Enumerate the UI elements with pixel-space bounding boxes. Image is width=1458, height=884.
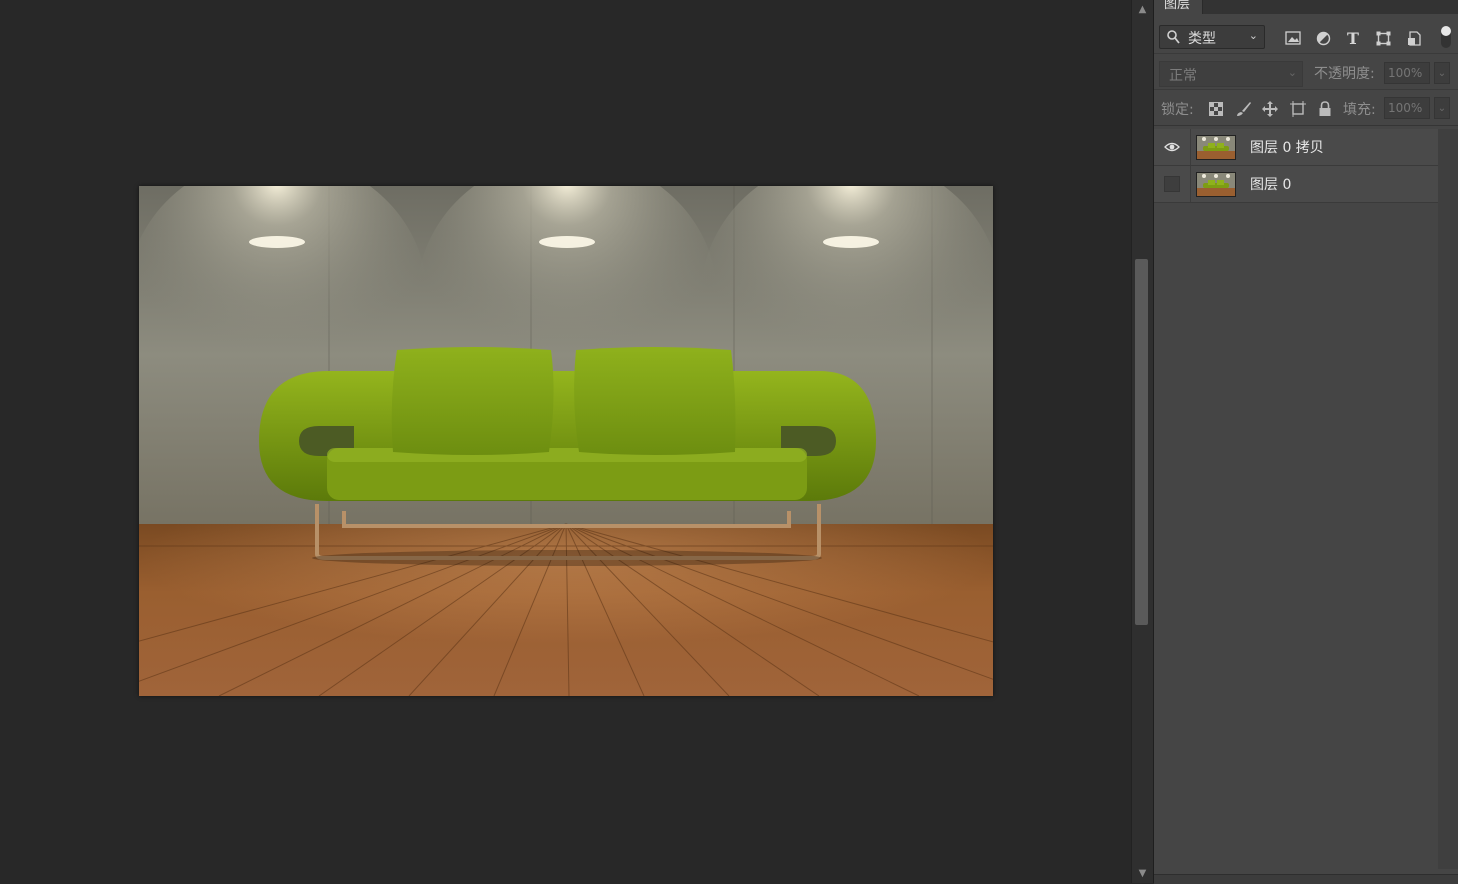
canvas-vertical-scrollbar[interactable]: ▲ ▼ [1131, 0, 1153, 883]
shape-filter-icon[interactable] [1374, 29, 1392, 47]
visibility-toggle[interactable] [1154, 166, 1191, 202]
adjustment-filter-icon[interactable] [1314, 29, 1332, 47]
layer-row[interactable]: 图层 0 [1154, 166, 1438, 203]
opacity-input[interactable]: 100% [1384, 62, 1430, 84]
layer-name[interactable]: 图层 0 拷贝 [1250, 137, 1324, 157]
scrollbar-thumb[interactable] [1135, 259, 1148, 625]
scroll-up-arrow-icon[interactable]: ▲ [1132, 4, 1153, 15]
lock-artboard-icon[interactable] [1290, 101, 1306, 117]
layer-row[interactable]: 图层 0 拷贝 [1154, 129, 1438, 166]
chevron-down-icon: ⌄ [1248, 29, 1258, 42]
visibility-toggle[interactable] [1154, 129, 1191, 165]
search-icon [1167, 30, 1180, 48]
opacity-dropdown-chevron-icon[interactable]: ⌄ [1434, 62, 1450, 84]
tab-layers[interactable]: 图层 [1154, 0, 1203, 14]
tab-layers-label: 图层 [1164, 0, 1191, 12]
document-image[interactable] [139, 186, 993, 696]
blend-mode-row: 正常 ⌄ 不透明度: 100% ⌄ [1154, 56, 1458, 90]
canvas-workspace[interactable] [0, 0, 1131, 883]
image-filter-icon[interactable] [1284, 29, 1302, 47]
fill-dropdown-chevron-icon[interactable]: ⌄ [1434, 97, 1450, 119]
blend-mode-value: 正常 [1169, 68, 1197, 84]
panel-tab-bar: 图层 [1154, 0, 1458, 14]
smart-object-filter-icon[interactable] [1405, 29, 1423, 47]
layers-panel: 图层 类型 ⌄ T 正常 ⌄ 不透明度: 100% ⌄ 锁定: 填充: 100%… [1153, 0, 1458, 884]
layer-thumbnail[interactable] [1196, 135, 1236, 160]
filter-kind-label: 类型 [1188, 31, 1216, 47]
layers-panel-scrollbar[interactable] [1438, 129, 1458, 869]
hidden-eye-placeholder-icon [1164, 176, 1180, 192]
fill-label: 填充: [1343, 102, 1376, 118]
layer-name[interactable]: 图层 0 [1250, 174, 1291, 194]
lock-row: 锁定: 填充: 100% ⌄ [1154, 92, 1458, 126]
layer-filter-row: 类型 ⌄ T [1154, 20, 1458, 54]
scroll-down-arrow-icon[interactable]: ▼ [1132, 868, 1153, 879]
type-filter-icon[interactable]: T [1344, 29, 1362, 48]
blend-mode-select[interactable]: 正常 ⌄ [1159, 61, 1303, 87]
lock-paint-icon[interactable] [1236, 101, 1252, 117]
filter-toggle-switch[interactable] [1441, 26, 1451, 48]
lock-all-icon[interactable] [1317, 101, 1333, 117]
lock-position-icon[interactable] [1262, 101, 1278, 117]
layer-list: 图层 0 拷贝 图层 0 [1154, 129, 1438, 883]
chevron-down-icon: ⌄ [1287, 66, 1297, 79]
layer-thumbnail[interactable] [1196, 172, 1236, 197]
lock-transparent-icon[interactable] [1208, 101, 1224, 117]
eye-icon [1164, 142, 1180, 152]
lock-label: 锁定: [1161, 102, 1194, 118]
opacity-label: 不透明度: [1314, 66, 1375, 82]
filter-kind-select[interactable]: 类型 ⌄ [1159, 25, 1265, 49]
fill-input[interactable]: 100% [1384, 97, 1430, 119]
